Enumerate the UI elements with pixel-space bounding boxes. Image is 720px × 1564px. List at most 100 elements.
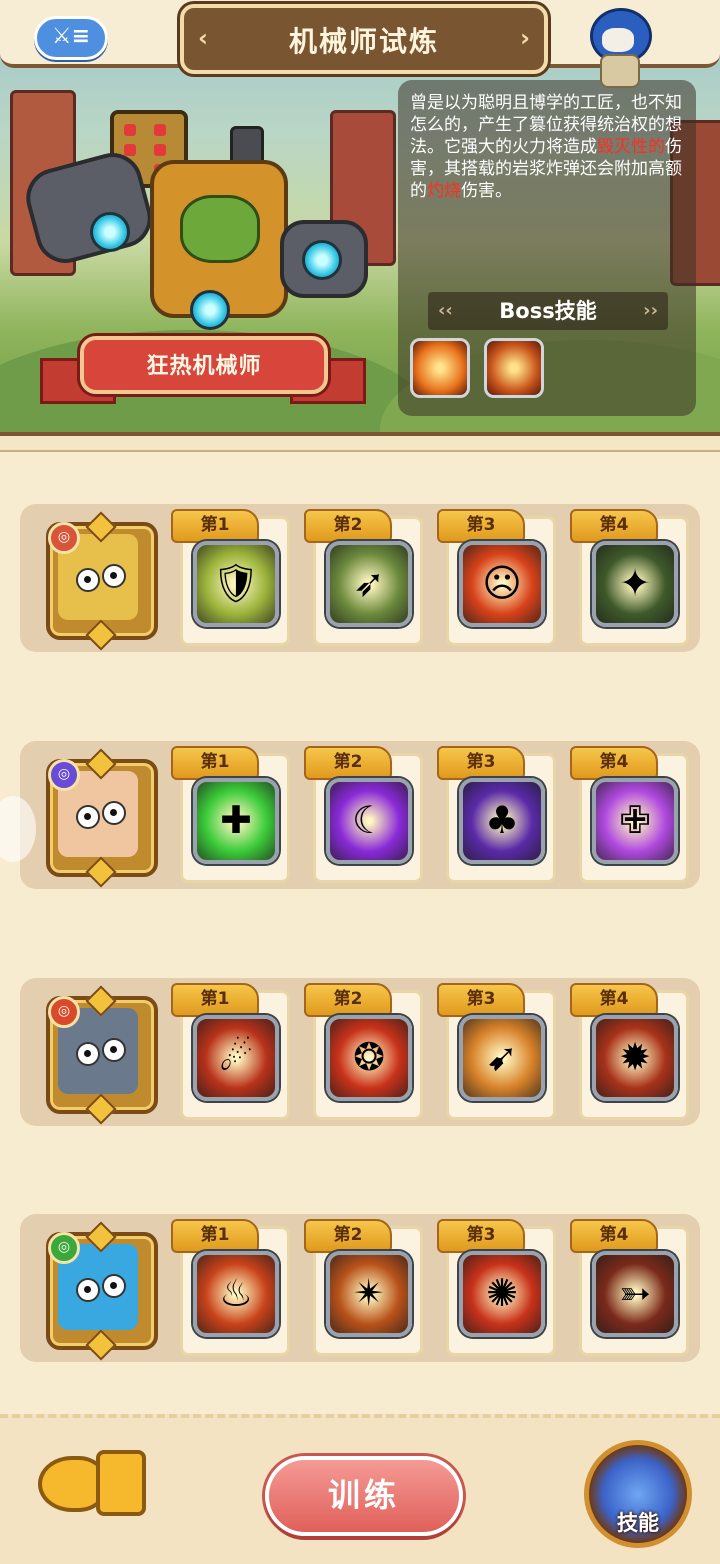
fish-tail — [96, 1450, 146, 1516]
skill-slot[interactable]: 第3 ☹ — [437, 509, 556, 646]
skill-glyph: ☾ — [351, 798, 387, 842]
crossbow-icon[interactable]: ➳ — [592, 1251, 678, 1337]
chevron-right-icon: ›› — [643, 300, 658, 321]
skill-slot[interactable]: 第4 ✦ — [570, 509, 689, 646]
boss-skills-header: ‹‹ Boss技能 ›› — [428, 292, 668, 330]
mechanic-boss-art — [19, 100, 370, 350]
skill-slot[interactable]: 第2 ❂ — [304, 983, 423, 1120]
fire-beast-icon[interactable]: ☄ — [193, 1015, 279, 1101]
skill-rank-label: 第1 — [171, 746, 259, 780]
chevron-left-icon: ‹‹ — [438, 300, 453, 321]
train-button[interactable]: 训练 — [265, 1456, 463, 1536]
green-heal-icon[interactable]: ✚ — [193, 778, 279, 864]
avatar-face — [602, 28, 634, 52]
skill-slot[interactable]: 第2 ☾ — [304, 746, 423, 883]
skill-glyph: ➹ — [486, 1035, 518, 1079]
energy-core — [302, 240, 342, 280]
back-button[interactable]: ⚔≡ — [34, 16, 108, 60]
skill-slot[interactable]: 第2 ✴ — [304, 1219, 423, 1356]
skills-button[interactable]: 技能 — [584, 1440, 692, 1548]
campfire-icon[interactable]: ♨ — [193, 1251, 279, 1337]
boss-description-panel: 曾是以为聪明且博学的工匠，也不知怎么的，产生了篡位获得统治权的想法。它强大的火力… — [398, 80, 696, 416]
hero-portrait-fish-warrior[interactable]: ◎ — [46, 1221, 158, 1361]
skill-slot[interactable]: 第2 ➶ — [304, 509, 423, 646]
hero-row: ◎ 第1 🛡 第2 ➶ 第3 ☹ 第4 ✦ — [20, 504, 700, 652]
skill-glyph: ✙ — [619, 798, 651, 842]
element-badge-icon: ◎ — [48, 996, 80, 1028]
fish-bone-button[interactable] — [38, 1450, 146, 1516]
skill-glyph: ✦ — [619, 561, 651, 605]
skill-glyph: ☄ — [218, 1035, 254, 1079]
gem-icon — [85, 619, 117, 651]
boss-skill-fire-swirl-icon[interactable] — [484, 338, 544, 398]
hero-eye — [102, 1038, 126, 1062]
skill-rank-label: 第2 — [304, 746, 392, 780]
skill-slot[interactable]: 第3 ➹ — [437, 983, 556, 1120]
skill-glyph: ❂ — [353, 1035, 385, 1079]
skill-rank-label: 第4 — [570, 1219, 658, 1253]
skill-slot[interactable]: 第1 🛡 — [171, 509, 290, 646]
page-title: 机械师试炼 — [288, 25, 439, 58]
skill-rank-label: 第3 — [437, 509, 525, 543]
boss-banner: 狂热机械师 曾是以为聪明且博学的工匠，也不知怎么的，产生了篡位获得统治权的想法。… — [0, 0, 720, 440]
bottom-bar: 训练 技能 — [0, 1414, 720, 1564]
purple-sprout-icon[interactable]: ♣ — [459, 778, 545, 864]
npc-avatar[interactable] — [580, 8, 656, 88]
skill-glyph: ♣ — [484, 798, 520, 842]
skill-slot[interactable]: 第1 ♨ — [171, 1219, 290, 1356]
skill-rank-label: 第2 — [304, 983, 392, 1017]
skill-rank-label: 第2 — [304, 509, 392, 543]
golden-shield-icon[interactable]: 🛡 — [193, 541, 279, 627]
hero-row: ◎ 第1 ♨ 第2 ✴ 第3 ✺ 第4 ➳ — [20, 1214, 700, 1362]
sword-list-icon: ⚔≡ — [51, 24, 91, 49]
purple-wave-icon[interactable]: ☾ — [326, 778, 412, 864]
hero-row: ◎ 第1 ✚ 第2 ☾ 第3 ♣ 第4 ✙ — [20, 741, 700, 889]
description-text: 伤害。 — [461, 181, 512, 201]
ribbon-main: 狂热机械师 — [80, 336, 328, 394]
hero-eye — [76, 1278, 100, 1302]
fire-claw-icon[interactable]: ➹ — [459, 1015, 545, 1101]
hero-eye — [102, 1274, 126, 1298]
skill-rank-label: 第1 — [171, 983, 259, 1017]
skill-slot[interactable]: 第4 ✙ — [570, 746, 689, 883]
winged-shield-icon[interactable]: ✙ — [592, 778, 678, 864]
hero-portrait-horse-king[interactable]: ◎ — [46, 748, 158, 888]
skill-rank-label: 第3 — [437, 1219, 525, 1253]
skill-slot[interactable]: 第4 ➳ — [570, 1219, 689, 1356]
hero-row: ◎ 第1 ☄ 第2 ❂ 第3 ➹ 第4 ✹ — [20, 978, 700, 1126]
paw-print-icon[interactable]: ❂ — [326, 1015, 412, 1101]
hero-eye — [76, 1042, 100, 1066]
spiked-arrow-icon[interactable]: ➶ — [326, 541, 412, 627]
skill-slot[interactable]: 第3 ♣ — [437, 746, 556, 883]
feather-spikes-icon[interactable]: ✴ — [326, 1251, 412, 1337]
skill-slot[interactable]: 第1 ✚ — [171, 746, 290, 883]
skill-slot[interactable]: 第4 ✹ — [570, 983, 689, 1120]
skill-glyph: ➶ — [353, 561, 385, 605]
dark-claw-icon[interactable]: ✦ — [592, 541, 678, 627]
energy-core — [190, 290, 230, 330]
skill-glyph: ✴ — [353, 1271, 385, 1315]
skill-rank-label: 第4 — [570, 509, 658, 543]
skill-slot[interactable]: 第1 ☄ — [171, 983, 290, 1120]
title-plate: ‹ 机械师试炼 › — [180, 4, 548, 74]
hero-eye — [102, 564, 126, 588]
hero-eye — [102, 801, 126, 825]
skill-glyph: ✚ — [220, 798, 252, 842]
hero-portrait-pig-warrior[interactable]: ◎ — [46, 511, 158, 651]
boss-name-ribbon: 狂热机械师 — [40, 336, 366, 404]
energy-core — [90, 212, 130, 252]
skill-rank-label: 第1 — [171, 1219, 259, 1253]
fire-bomb-icon[interactable]: ✹ — [592, 1015, 678, 1101]
skill-slot[interactable]: 第3 ✺ — [437, 1219, 556, 1356]
element-badge-icon: ◎ — [48, 1232, 80, 1264]
gem-icon — [85, 1093, 117, 1125]
boss-skills-title: Boss技能 — [499, 299, 597, 323]
spiked-mace-icon[interactable]: ✺ — [459, 1251, 545, 1337]
skill-rank-label: 第3 — [437, 983, 525, 1017]
skills-button-label: 技能 — [617, 1511, 659, 1535]
boss-skill-fire-slash-icon[interactable] — [410, 338, 470, 398]
angry-face-icon[interactable]: ☹ — [459, 541, 545, 627]
gem-icon — [85, 1329, 117, 1361]
skill-glyph: ✹ — [619, 1035, 651, 1079]
hero-portrait-hippo-beast[interactable]: ◎ — [46, 985, 158, 1125]
